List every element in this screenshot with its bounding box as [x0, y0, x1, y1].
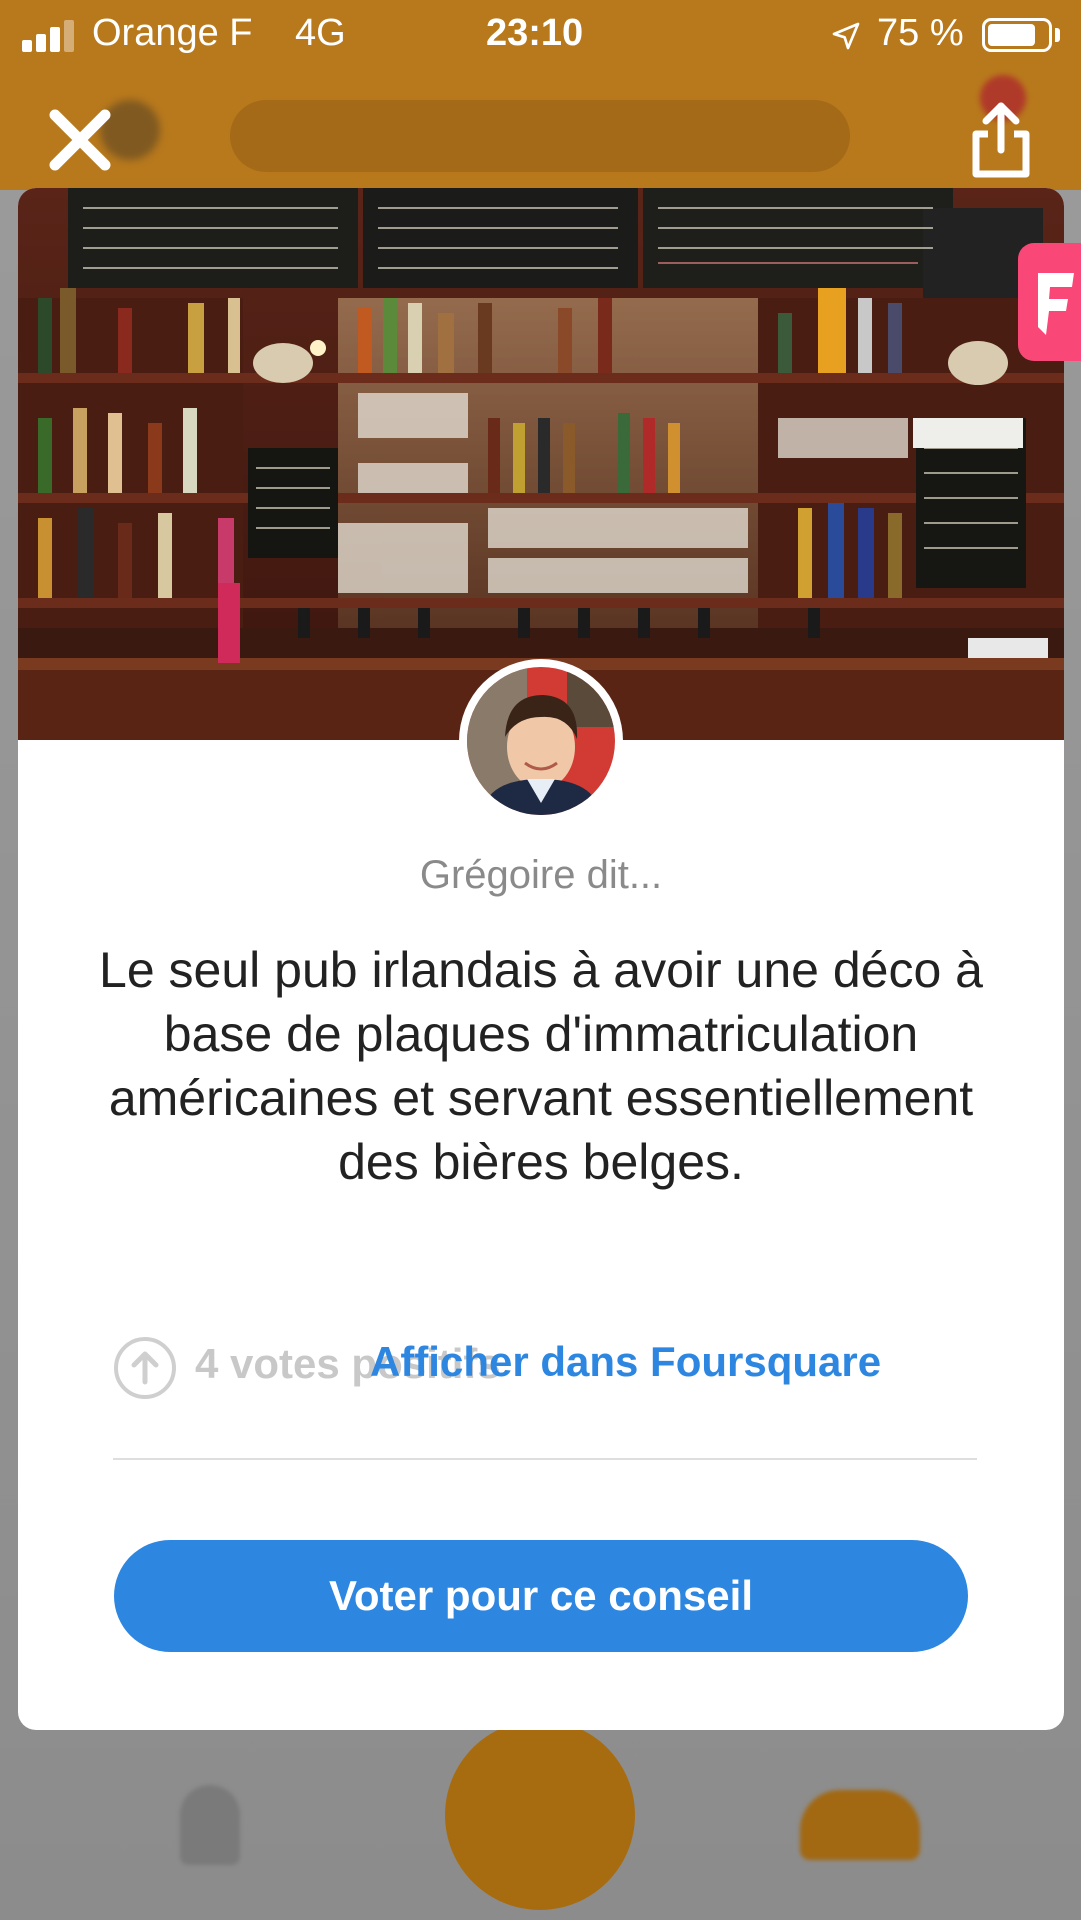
- battery-percentage: 75 %: [877, 12, 964, 54]
- view-in-foursquare-link[interactable]: Afficher dans Foursquare: [370, 1338, 881, 1386]
- search-bar-background: [230, 100, 850, 172]
- signal-strength-icon: [22, 20, 82, 52]
- battery-tip: [1055, 28, 1060, 42]
- venue-photo: [18, 188, 1064, 740]
- author-photo: [467, 667, 615, 815]
- foursquare-badge[interactable]: [1018, 243, 1081, 361]
- location-arrow-icon: [832, 22, 860, 50]
- status-bar: Orange F 4G 23:10 75 %: [0, 0, 1081, 70]
- nav-profile-icon: [180, 1785, 240, 1865]
- tip-text: Le seul pub irlandais à avoir une déco à…: [99, 942, 983, 1190]
- carrier-name: Orange F: [92, 12, 253, 54]
- arrow-up-circle-icon[interactable]: [113, 1336, 177, 1400]
- tip-card: Grégoire dit... Le seul pub irlandais à …: [18, 188, 1064, 1730]
- network-type: 4G: [295, 12, 346, 54]
- nav-checkin-button: [445, 1720, 635, 1910]
- close-icon[interactable]: [45, 105, 115, 175]
- clock: 23:10: [486, 12, 584, 54]
- nav-friends-icon: [800, 1790, 920, 1860]
- vote-tip-button[interactable]: Voter pour ce conseil: [114, 1540, 968, 1652]
- battery-icon: [982, 18, 1052, 52]
- share-icon[interactable]: [968, 100, 1034, 180]
- vote-tip-button-label: Voter pour ce conseil: [329, 1572, 753, 1619]
- divider: [113, 1458, 977, 1460]
- author-avatar[interactable]: [459, 659, 623, 823]
- tip-author: Grégoire dit...: [419, 853, 663, 897]
- foursquare-logo-icon: [1038, 273, 1074, 335]
